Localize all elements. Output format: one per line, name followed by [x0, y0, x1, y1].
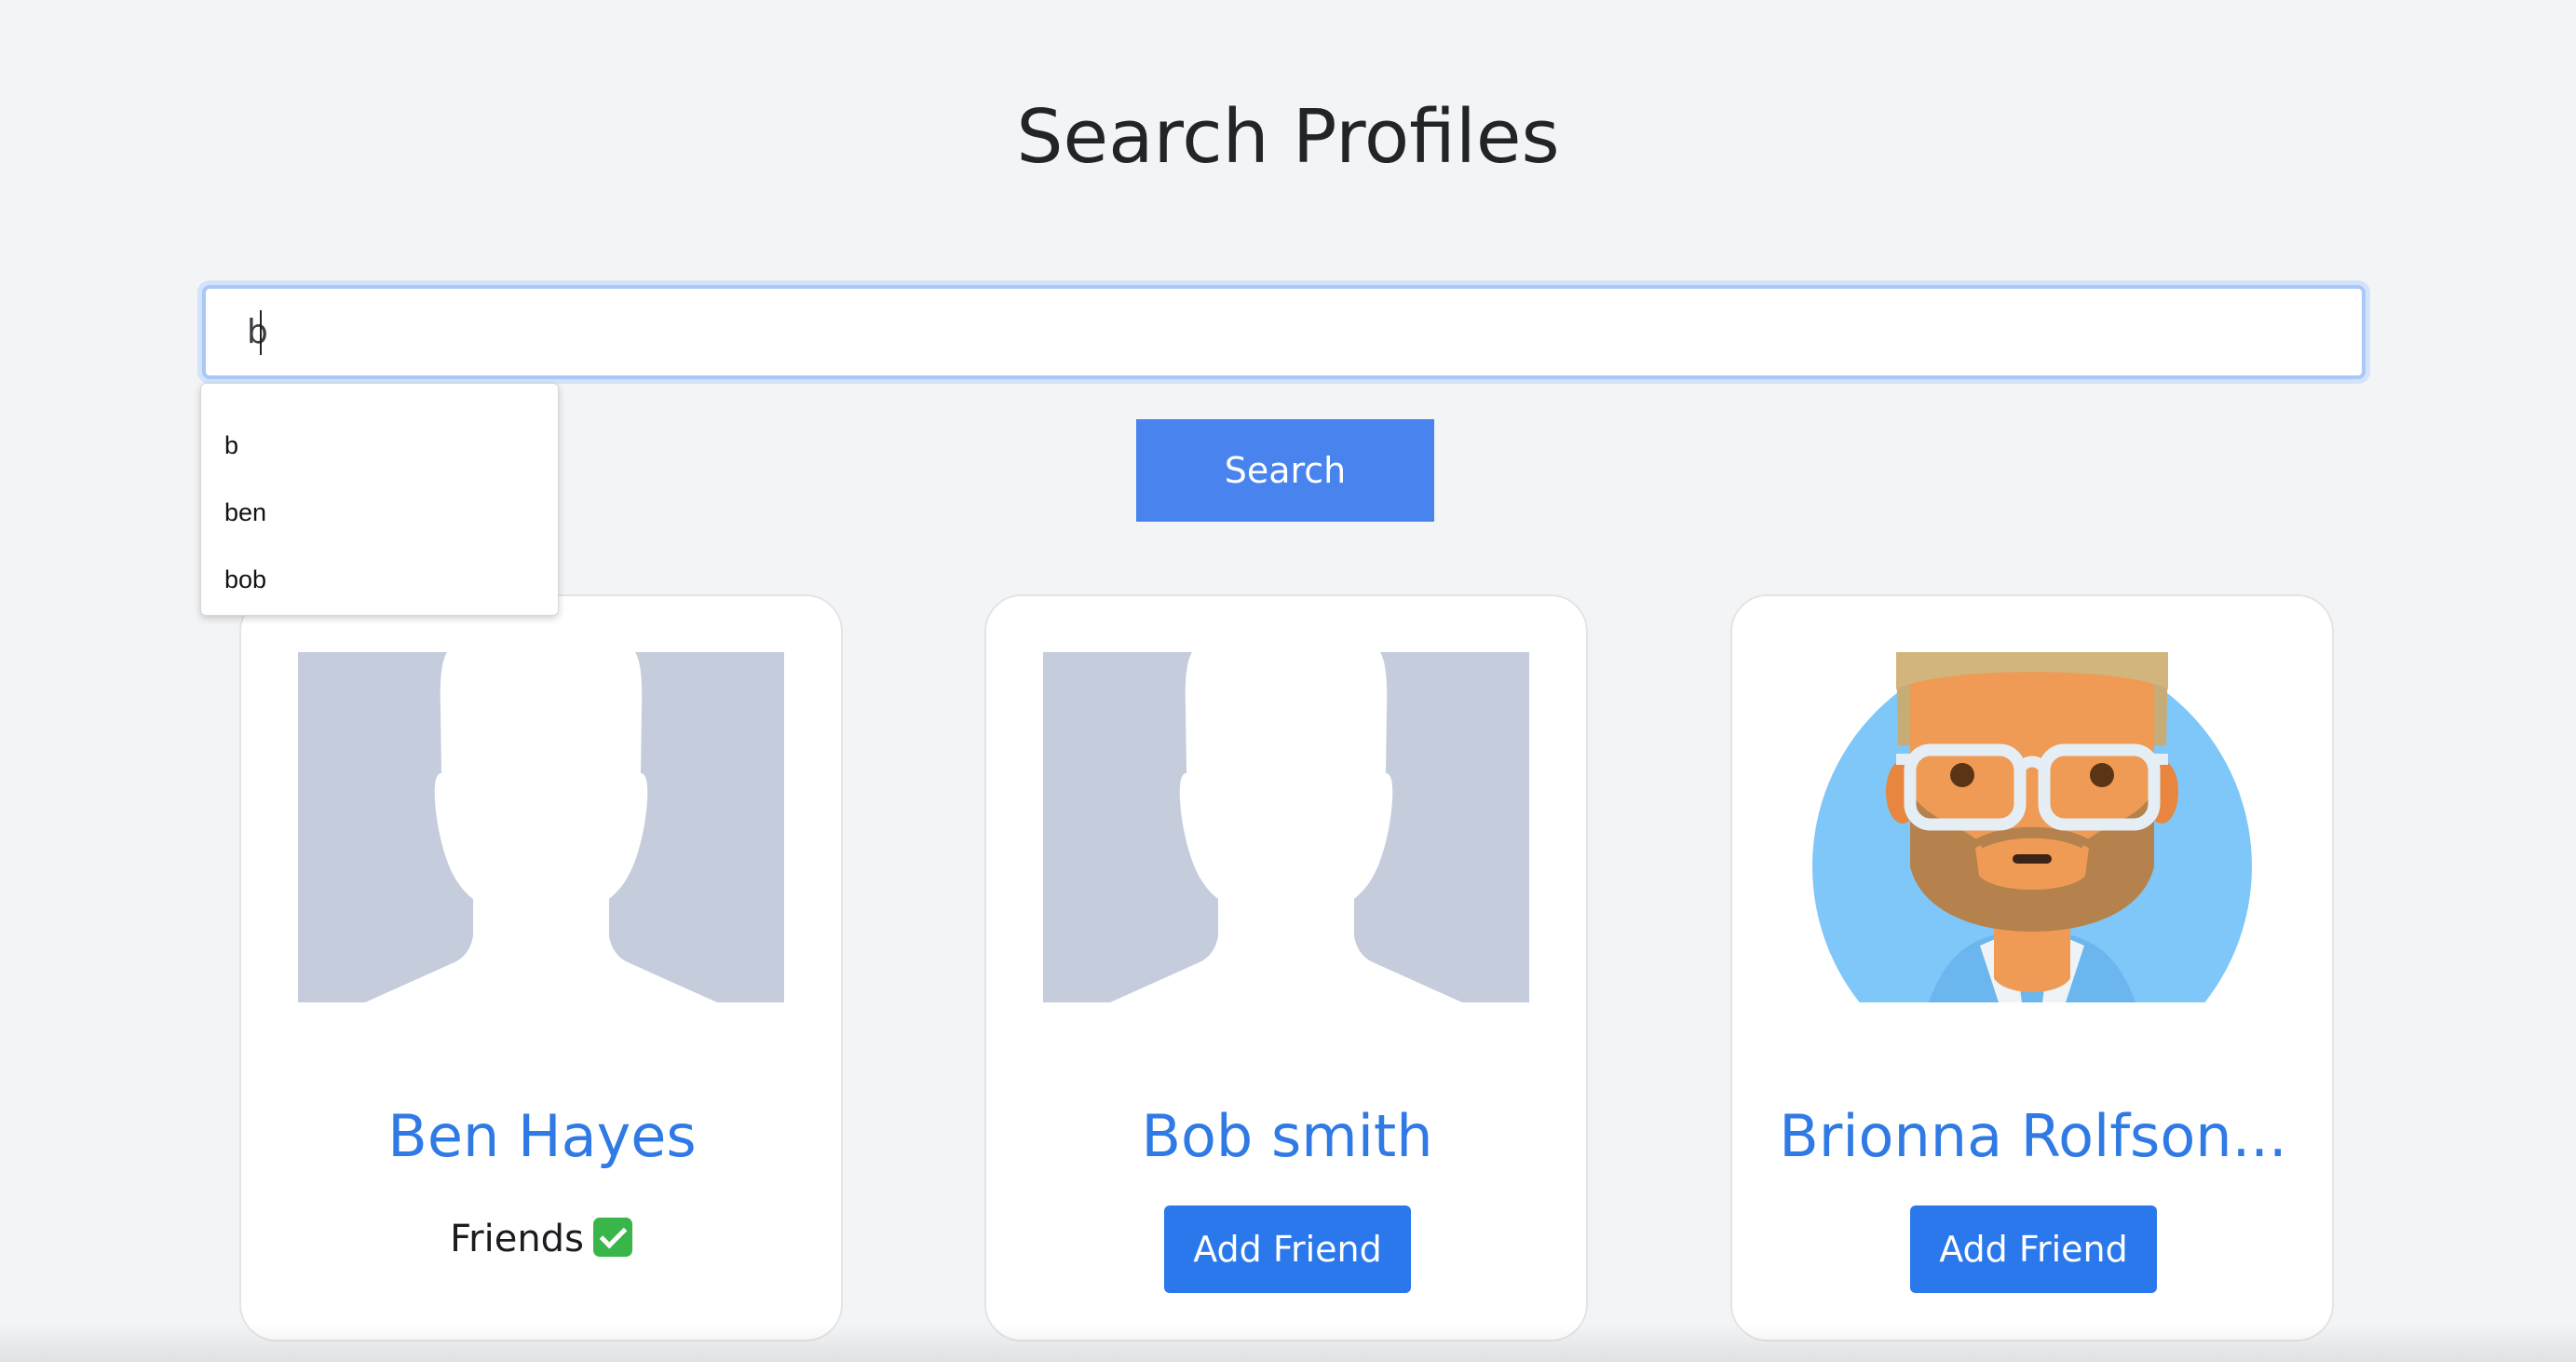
- avatar[interactable]: [298, 652, 784, 1002]
- profile-card: Ben Hayes Friends: [239, 594, 843, 1342]
- autocomplete-item[interactable]: ben: [201, 479, 558, 546]
- profile-name[interactable]: Bob smith: [996, 1099, 1579, 1174]
- text-caret: [260, 310, 262, 355]
- friends-status-label: Friends: [450, 1218, 584, 1260]
- autocomplete-item[interactable]: b: [201, 412, 558, 479]
- friends-status: Friends: [241, 1211, 841, 1267]
- search-input[interactable]: [202, 285, 2366, 379]
- check-icon: [592, 1218, 632, 1257]
- add-friend-button[interactable]: Add Friend: [1164, 1205, 1411, 1293]
- autocomplete-item[interactable]: bob: [201, 546, 558, 613]
- profile-card: Brionna Rolfson... Add Friend: [1730, 594, 2334, 1342]
- search-button[interactable]: Search: [1136, 419, 1434, 522]
- profile-name[interactable]: Ben Hayes: [251, 1099, 834, 1174]
- profile-name[interactable]: Brionna Rolfson...: [1742, 1099, 2325, 1174]
- page-title: Search Profiles: [1016, 94, 1560, 180]
- autocomplete-dropdown: b ben bob: [200, 383, 559, 616]
- default-avatar-silhouette-icon: [298, 652, 784, 1002]
- add-friend-button[interactable]: Add Friend: [1910, 1205, 2157, 1293]
- search-profiles-page: Search Profiles b ben bob Search Ben Hay…: [0, 0, 2576, 1362]
- illustrated-man-avatar-icon: [1789, 652, 2275, 1002]
- profile-card: Bob smith Add Friend: [984, 594, 1588, 1342]
- default-avatar-silhouette-icon: [1043, 652, 1529, 1002]
- avatar[interactable]: [1789, 652, 2275, 1002]
- avatar[interactable]: [1043, 652, 1529, 1002]
